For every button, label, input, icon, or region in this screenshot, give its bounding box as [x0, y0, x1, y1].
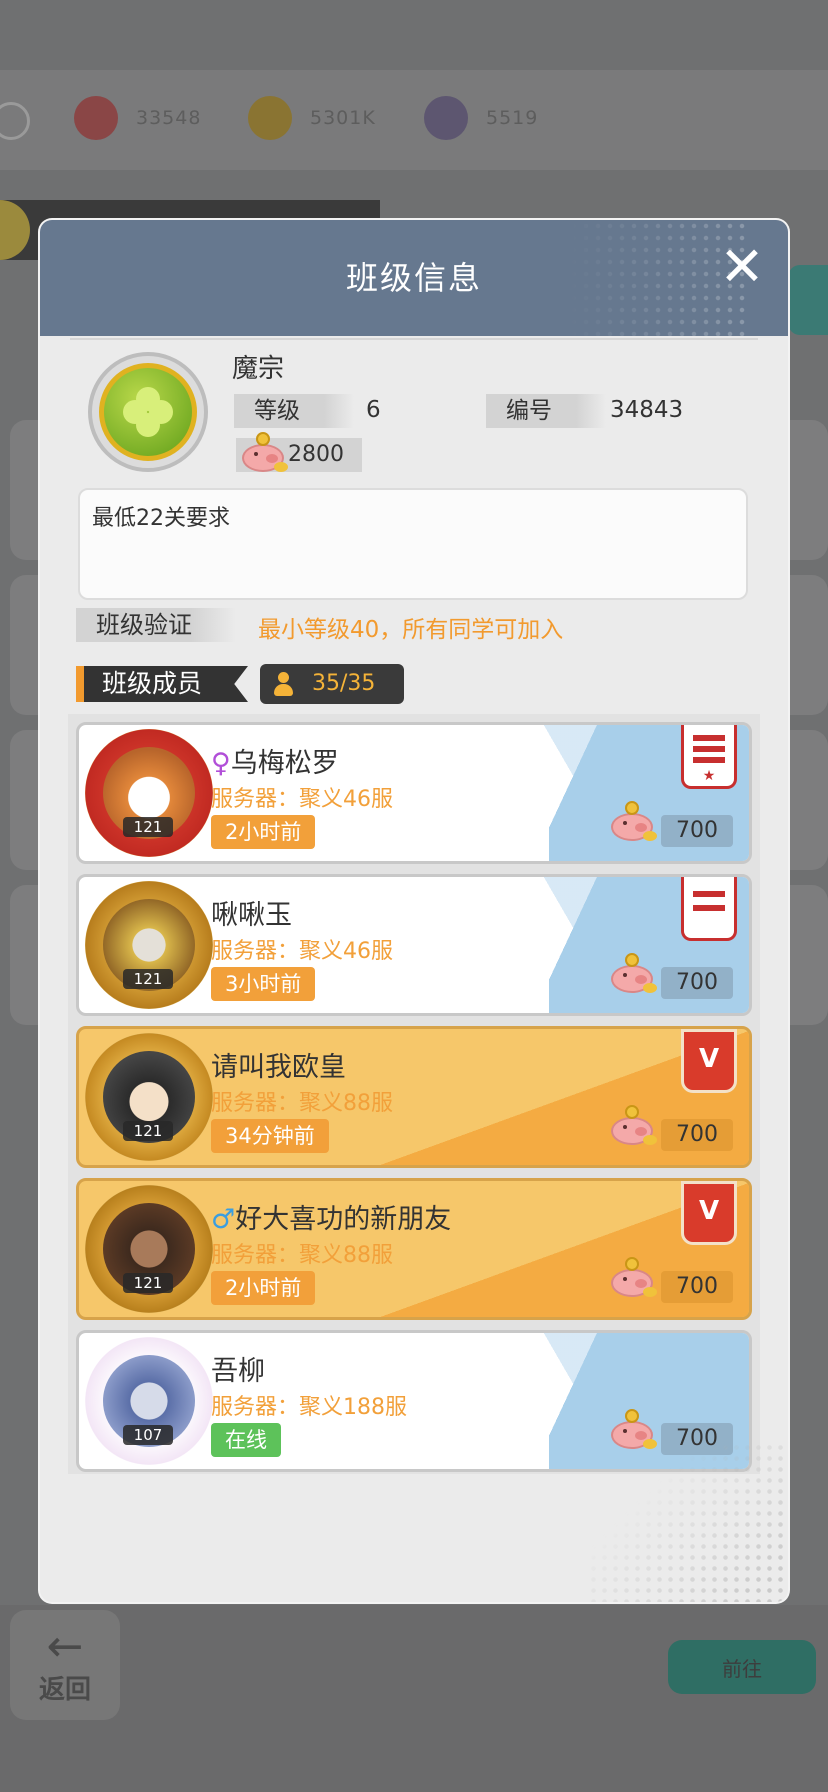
member-row[interactable]: 121 啾啾玉 服务器：聚义46服 3小时前 700 [76, 874, 752, 1016]
back-button[interactable]: ← 返回 [10, 1610, 120, 1720]
verification-text: 最小等级40，所有同学可加入 [258, 617, 564, 643]
red-gem-icon [74, 96, 118, 140]
id-label: 编号 [486, 394, 606, 428]
member-row[interactable]: 121 请叫我欧皇 服务器：聚义88服 34分钟前 700 V [76, 1026, 752, 1168]
members-header-label: 班级成员 [76, 666, 248, 702]
crystal-ball-icon [424, 96, 468, 140]
member-server: 服务器：聚义188服 [211, 1395, 407, 1420]
piggy-bank-icon [609, 1105, 657, 1145]
member-level: 121 [123, 1121, 173, 1141]
elite-badge-icon: V [681, 1181, 737, 1245]
vice-leader-badge-icon [681, 877, 737, 941]
elite-badge-icon: V [681, 1029, 737, 1093]
member-last-online: 34分钟前 [211, 1119, 329, 1153]
dialog-header: 班级信息 ✕ [40, 220, 788, 336]
member-last-online: 2小时前 [211, 1271, 316, 1305]
member-server: 服务器：聚义88服 [211, 1243, 393, 1268]
crystal-count: 5519 [486, 107, 539, 129]
dialog-title: 班级信息 [345, 259, 482, 297]
divider [70, 338, 758, 340]
member-count-badge: 35/35 [260, 664, 404, 704]
avatar[interactable]: 121 [85, 729, 213, 857]
back-arrow-icon: ← [46, 1620, 84, 1672]
class-emblem [88, 352, 208, 472]
piggy-bank-icon [240, 432, 288, 472]
id-value: 34843 [610, 397, 684, 423]
resource-crystal: 5519 [424, 96, 538, 140]
resource-gold: 5301K [248, 96, 376, 140]
class-info-dialog: 班级信息 ✕ 魔宗 等级 6 编号 34843 2800 最低22关要求 班级验… [40, 220, 788, 1602]
piggy-bank-icon [609, 801, 657, 841]
member-list[interactable]: 121 ♀乌梅松罗 服务器：聚义46服 2小时前 700 ★ 121 啾啾玉 服… [68, 714, 760, 1474]
piggy-bank-icon [609, 953, 657, 993]
member-contribution: 700 [661, 1271, 733, 1303]
go-button-label: 前往 [722, 1656, 762, 1681]
member-row[interactable]: 121 ♀乌梅松罗 服务器：聚义46服 2小时前 700 ★ [76, 722, 752, 864]
member-name: ♂好大喜功的新朋友 [211, 1204, 452, 1235]
member-name: 啾啾玉 [211, 900, 292, 931]
clover-emblem-icon [99, 363, 197, 461]
class-funds: 2800 [236, 432, 362, 472]
class-description: 最低22关要求 [78, 488, 748, 600]
member-server: 服务器：聚义46服 [211, 787, 393, 812]
gold-coin-icon [248, 96, 292, 140]
member-level: 107 [123, 1425, 173, 1445]
person-icon [274, 672, 293, 696]
avatar[interactable]: 121 [85, 1185, 213, 1313]
member-name: ♀乌梅松罗 [211, 748, 339, 779]
class-name: 魔宗 [232, 354, 285, 384]
background-bottom-bar [0, 1605, 828, 1792]
member-last-online: 2小时前 [211, 815, 316, 849]
member-last-online: 3小时前 [211, 967, 316, 1001]
female-gender-icon: ♀ [211, 748, 231, 779]
member-name: 吾柳 [211, 1356, 265, 1387]
back-label: 返回 [38, 1674, 91, 1705]
background-side-button [788, 265, 828, 335]
member-row[interactable]: 121 ♂好大喜功的新朋友 服务器：聚义88服 2小时前 700 V [76, 1178, 752, 1320]
avatar[interactable]: 121 [85, 1033, 213, 1161]
verification-label: 班级验证 [76, 608, 236, 642]
gem-count: 33548 [136, 107, 202, 129]
member-server: 服务器：聚义46服 [211, 939, 393, 964]
gold-count: 5301K [310, 107, 376, 129]
member-contribution: 700 [661, 1119, 733, 1151]
class-funds-value: 2800 [288, 442, 344, 467]
member-level: 121 [123, 969, 173, 989]
level-value: 6 [366, 397, 381, 423]
go-button[interactable]: 前往 [668, 1640, 816, 1694]
avatar[interactable]: 107 [85, 1337, 213, 1465]
member-contribution: 700 [661, 815, 733, 847]
member-contribution: 700 [661, 967, 733, 999]
class-description-text: 最低22关要求 [92, 506, 230, 531]
corner-dot-pattern [588, 1442, 788, 1602]
avatar[interactable]: 121 [85, 881, 213, 1009]
member-count: 35/35 [312, 671, 376, 696]
resource-gems: 33548 [74, 96, 201, 140]
member-name: 请叫我欧皇 [211, 1052, 346, 1083]
member-level: 121 [123, 1273, 173, 1293]
piggy-bank-icon [609, 1257, 657, 1297]
member-online-status: 在线 [211, 1423, 281, 1457]
member-server: 服务器：聚义88服 [211, 1091, 393, 1116]
leader-badge-icon: ★ [681, 725, 737, 789]
male-gender-icon: ♂ [211, 1204, 236, 1235]
level-label: 等级 [234, 394, 354, 428]
member-level: 121 [123, 817, 173, 837]
close-icon[interactable]: ✕ [714, 240, 770, 296]
